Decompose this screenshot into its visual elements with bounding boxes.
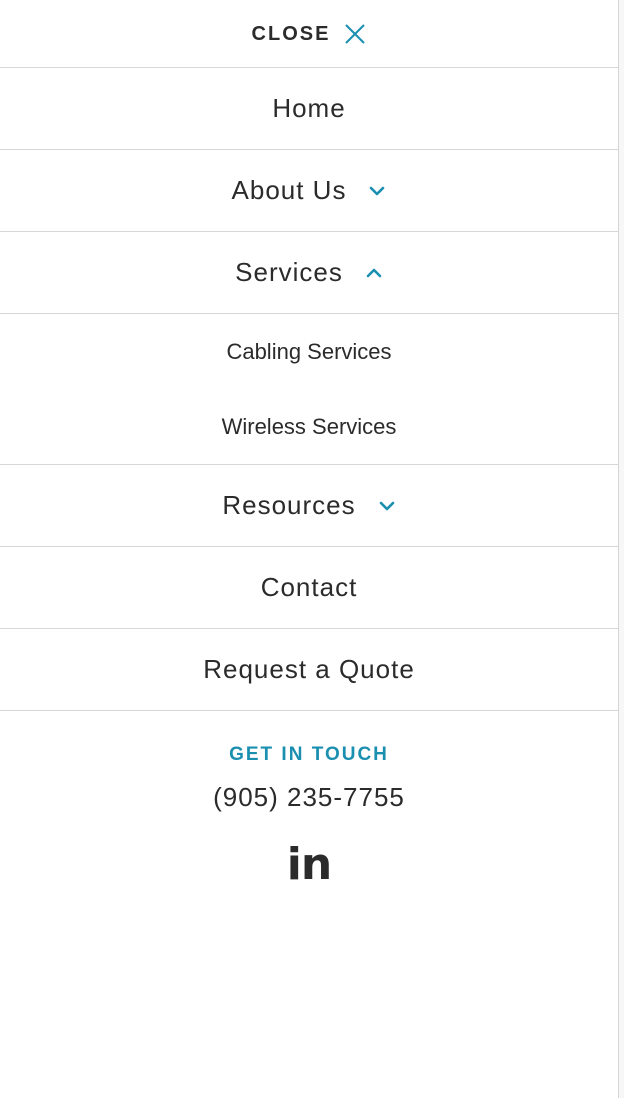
chevron-down-icon[interactable]: [368, 185, 386, 197]
nav-label-request-a-quote: Request a Quote: [203, 654, 415, 684]
nav-item-services[interactable]: Services: [0, 232, 618, 314]
nav-item-home[interactable]: Home: [0, 68, 618, 150]
submenu-item-wireless-services[interactable]: Wireless Services: [222, 389, 397, 464]
mobile-menu-panel: CLOSE Home About Us Services Cabling Ser…: [0, 0, 619, 1098]
nav-label-home: Home: [272, 93, 346, 123]
close-label: CLOSE: [251, 22, 331, 45]
get-in-touch-heading: GET IN TOUCH: [229, 744, 389, 765]
page-edge: [619, 0, 624, 1098]
contact-block: GET IN TOUCH (905) 235-7755 in: [0, 711, 618, 890]
nav-label-about-us: About Us: [231, 175, 347, 205]
nav-item-about-us[interactable]: About Us: [0, 150, 618, 232]
close-menu-button[interactable]: CLOSE: [0, 0, 618, 68]
nav-item-contact[interactable]: Contact: [0, 547, 618, 629]
nav-label-resources: Resources: [222, 490, 356, 520]
services-submenu: Cabling Services Wireless Services: [0, 314, 618, 465]
submenu-item-cabling-services[interactable]: Cabling Services: [226, 314, 391, 389]
linkedin-icon[interactable]: in: [287, 839, 332, 890]
nav-item-resources[interactable]: Resources: [0, 465, 618, 547]
phone-number[interactable]: (905) 235-7755: [213, 782, 405, 813]
chevron-up-icon[interactable]: [365, 267, 383, 279]
nav-label-services: Services: [235, 257, 343, 287]
nav-item-request-a-quote[interactable]: Request a Quote: [0, 629, 618, 711]
close-x-icon[interactable]: [344, 23, 366, 45]
nav-label-contact: Contact: [260, 572, 358, 602]
chevron-down-icon[interactable]: [378, 500, 396, 512]
